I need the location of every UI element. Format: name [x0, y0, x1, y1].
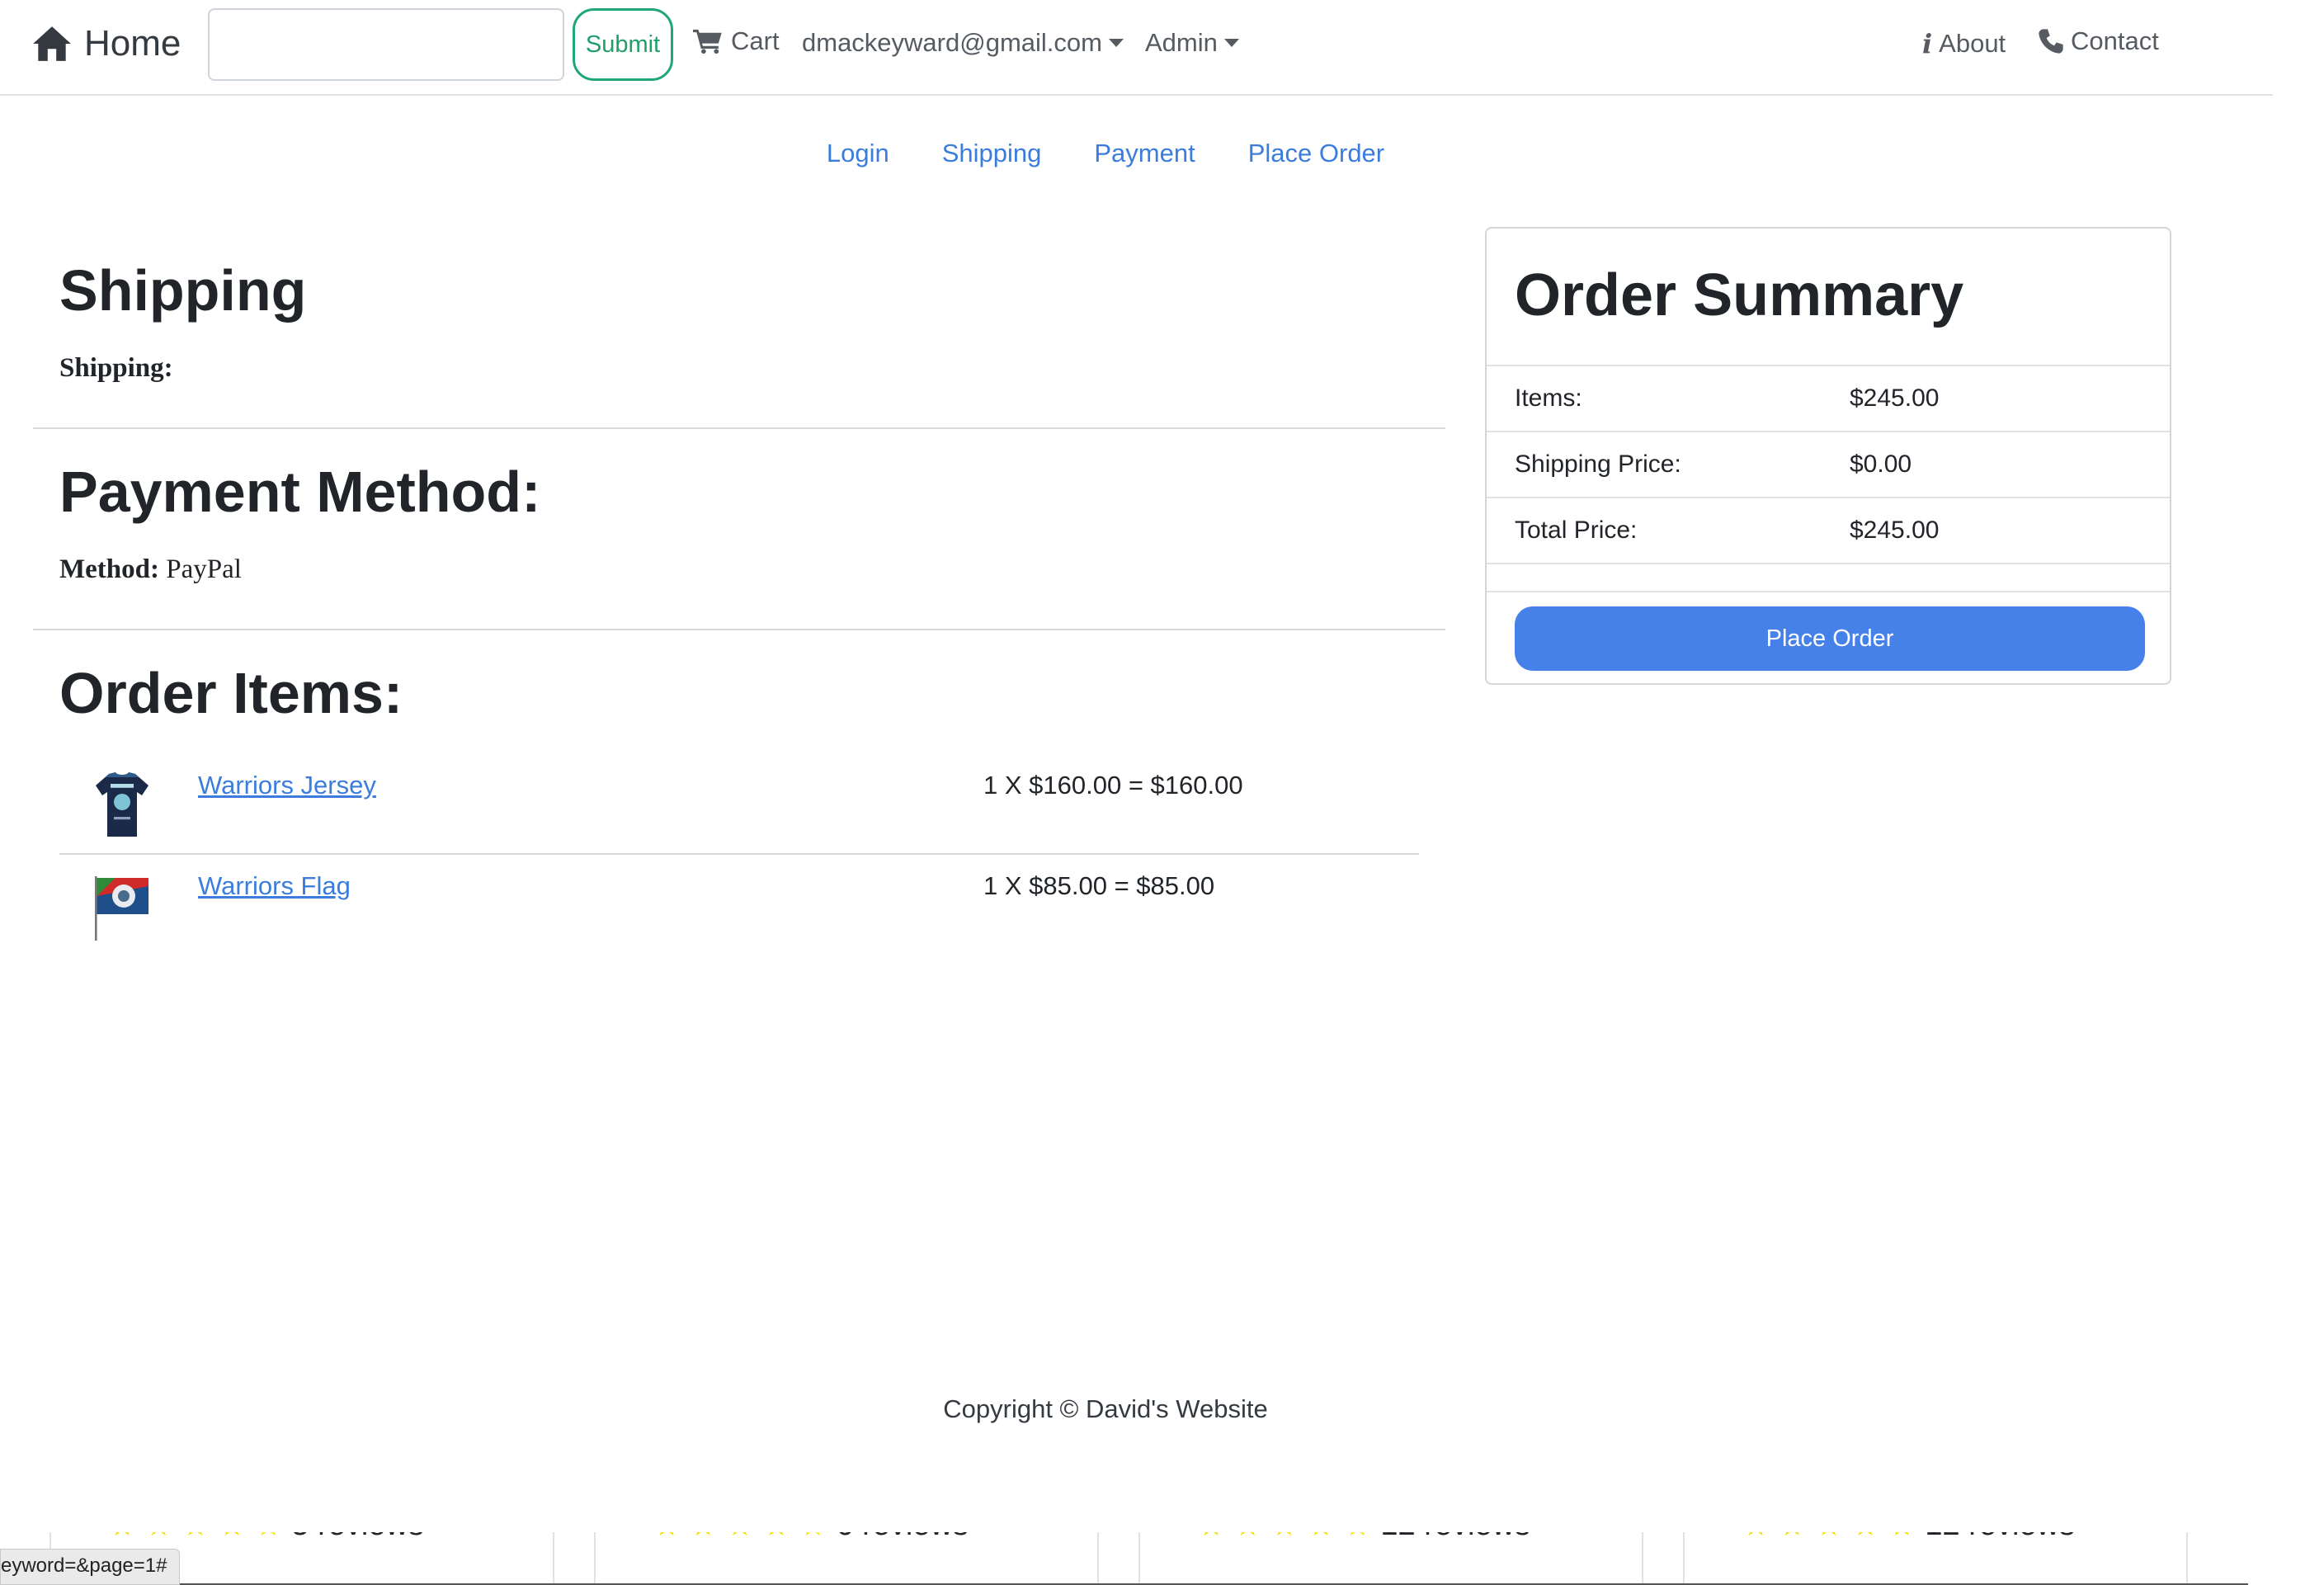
- admin-label: Admin: [1145, 28, 1218, 57]
- background-product-strip: ★ ★ ★ ★ ☆ 5 reviews ★ ★ ★ ★ ☆ 6 reviews ★ ★ ★ ★ ☆ 12…: [0, 1532, 2248, 1585]
- list-item: Warriors Flag 1 X $85.00 = $85.00: [59, 860, 1419, 959]
- step-payment[interactable]: Payment: [1094, 139, 1195, 168]
- top-navbar: Home Submit Cart dmackeyward@gmail.com A…: [0, 0, 2273, 96]
- chevron-down-icon: [1108, 39, 1124, 47]
- summary-value: $0.00: [1850, 450, 1912, 478]
- divider: [59, 853, 1419, 855]
- user-label: dmackeyward@gmail.com: [802, 28, 1102, 57]
- star-icon: ★: [219, 1532, 245, 1543]
- contact-label: Contact: [2071, 26, 2159, 55]
- chevron-down-icon: [1223, 39, 1239, 47]
- item-price: 1 X $160.00 = $160.00: [983, 771, 1243, 800]
- info-icon: i: [1922, 28, 1933, 59]
- submit-button[interactable]: Submit: [573, 8, 673, 81]
- summary-row: Total Price: $245.00: [1487, 497, 2170, 563]
- star-icon: ★: [1816, 1532, 1842, 1543]
- star-icon: ★: [1742, 1532, 1769, 1543]
- star-icon: ★: [1888, 1532, 1915, 1543]
- home-icon: [33, 26, 71, 61]
- shipping-line: Shipping:: [59, 353, 173, 384]
- order-summary-card: Order Summary Items: $245.00 Shipping Pr…: [1485, 227, 2171, 685]
- flag-image: [95, 876, 148, 941]
- star-icon: ★: [182, 1532, 209, 1543]
- cart-link[interactable]: Cart: [693, 26, 780, 56]
- product-rating: ★ ★ ★ ★ ★ 12 reviews: [1742, 1532, 2075, 1543]
- review-count: 6 reviews: [836, 1532, 969, 1543]
- order-items-title: Order Items:: [59, 661, 403, 725]
- star-icon: ★: [690, 1532, 716, 1543]
- search-input[interactable]: [208, 8, 564, 81]
- jersey-image: [96, 772, 148, 837]
- cart-icon: [693, 29, 722, 54]
- step-place-order[interactable]: Place Order: [1248, 139, 1384, 168]
- summary-value: $245.00: [1850, 517, 1940, 544]
- payment-title: Payment Method:: [59, 460, 541, 524]
- contact-link[interactable]: Contact: [2038, 26, 2159, 56]
- admin-dropdown[interactable]: Admin: [1145, 28, 1239, 58]
- divider: [33, 427, 1445, 429]
- review-count: 12 reviews: [1380, 1532, 1530, 1543]
- summary-value: $245.00: [1850, 384, 1940, 412]
- step-login[interactable]: Login: [827, 139, 889, 168]
- product-card: ★ ★ ★ ★ ☆ 12 reviews: [1138, 1532, 1643, 1583]
- divider: [1487, 591, 2170, 592]
- summary-label: Shipping Price:: [1515, 450, 1681, 478]
- star-icon: ★: [727, 1532, 753, 1543]
- star-icon: ★: [1271, 1532, 1298, 1543]
- cart-label: Cart: [731, 26, 780, 55]
- star-icon: ★: [1779, 1532, 1805, 1543]
- product-card: ★ ★ ★ ★ ☆ 6 reviews: [594, 1532, 1099, 1583]
- shipping-label: Shipping:: [59, 353, 173, 383]
- payment-label: Method:: [59, 554, 159, 584]
- half-star-icon: ☆: [1344, 1532, 1370, 1543]
- star-icon: ★: [145, 1532, 172, 1543]
- item-link[interactable]: Warriors Jersey: [198, 771, 376, 800]
- item-link[interactable]: Warriors Flag: [198, 871, 351, 901]
- place-order-button[interactable]: Place Order: [1515, 606, 2145, 671]
- star-icon: ★: [653, 1532, 680, 1543]
- home-link[interactable]: Home: [31, 23, 181, 64]
- item-price: 1 X $85.00 = $85.00: [983, 871, 1215, 900]
- order-summary-title: Order Summary: [1515, 262, 1964, 328]
- half-star-icon: ☆: [255, 1532, 281, 1543]
- star-icon: ★: [1198, 1532, 1224, 1543]
- star-icon: ★: [1234, 1532, 1261, 1543]
- list-item: Warriors Jersey 1 X $160.00 = $160.00: [59, 759, 1419, 858]
- step-shipping[interactable]: Shipping: [942, 139, 1042, 168]
- home-label: Home: [84, 23, 181, 64]
- summary-row: Shipping Price: $0.00: [1487, 431, 2170, 497]
- star-icon: ★: [763, 1532, 790, 1543]
- checkout-steps: Login Shipping Payment Place Order: [0, 139, 2211, 168]
- divider: [33, 629, 1445, 630]
- about-link[interactable]: i About: [1922, 28, 2006, 59]
- empty-star-icon: ☆: [799, 1532, 826, 1543]
- star-icon: ★: [1308, 1532, 1334, 1543]
- about-label: About: [1939, 29, 2006, 58]
- copyright: Copyright © David's Website: [943, 1394, 1268, 1423]
- phone-icon: [2039, 29, 2063, 54]
- product-card: ★ ★ ★ ★ ★ 12 reviews: [1683, 1532, 2188, 1583]
- product-rating: ★ ★ ★ ★ ☆ 6 reviews: [653, 1532, 969, 1543]
- summary-label: Total Price:: [1515, 517, 1638, 544]
- summary-row: Items: $245.00: [1487, 365, 2170, 431]
- summary-label: Items:: [1515, 384, 1582, 412]
- user-dropdown[interactable]: dmackeyward@gmail.com: [802, 28, 1124, 58]
- browser-status-bar: eyword=&page=1#: [0, 1549, 180, 1585]
- product-rating: ★ ★ ★ ★ ☆ 12 reviews: [1198, 1532, 1530, 1543]
- star-icon: ★: [109, 1532, 135, 1543]
- payment-value: PayPal: [166, 554, 242, 584]
- review-count: 12 reviews: [1925, 1532, 2075, 1543]
- payment-line: Method: PayPal: [59, 554, 242, 585]
- shipping-title: Shipping: [59, 258, 307, 323]
- star-icon: ★: [1852, 1532, 1879, 1543]
- summary-row-empty: [1487, 563, 2170, 591]
- product-rating: ★ ★ ★ ★ ☆ 5 reviews: [109, 1532, 424, 1543]
- review-count: 5 reviews: [291, 1532, 424, 1543]
